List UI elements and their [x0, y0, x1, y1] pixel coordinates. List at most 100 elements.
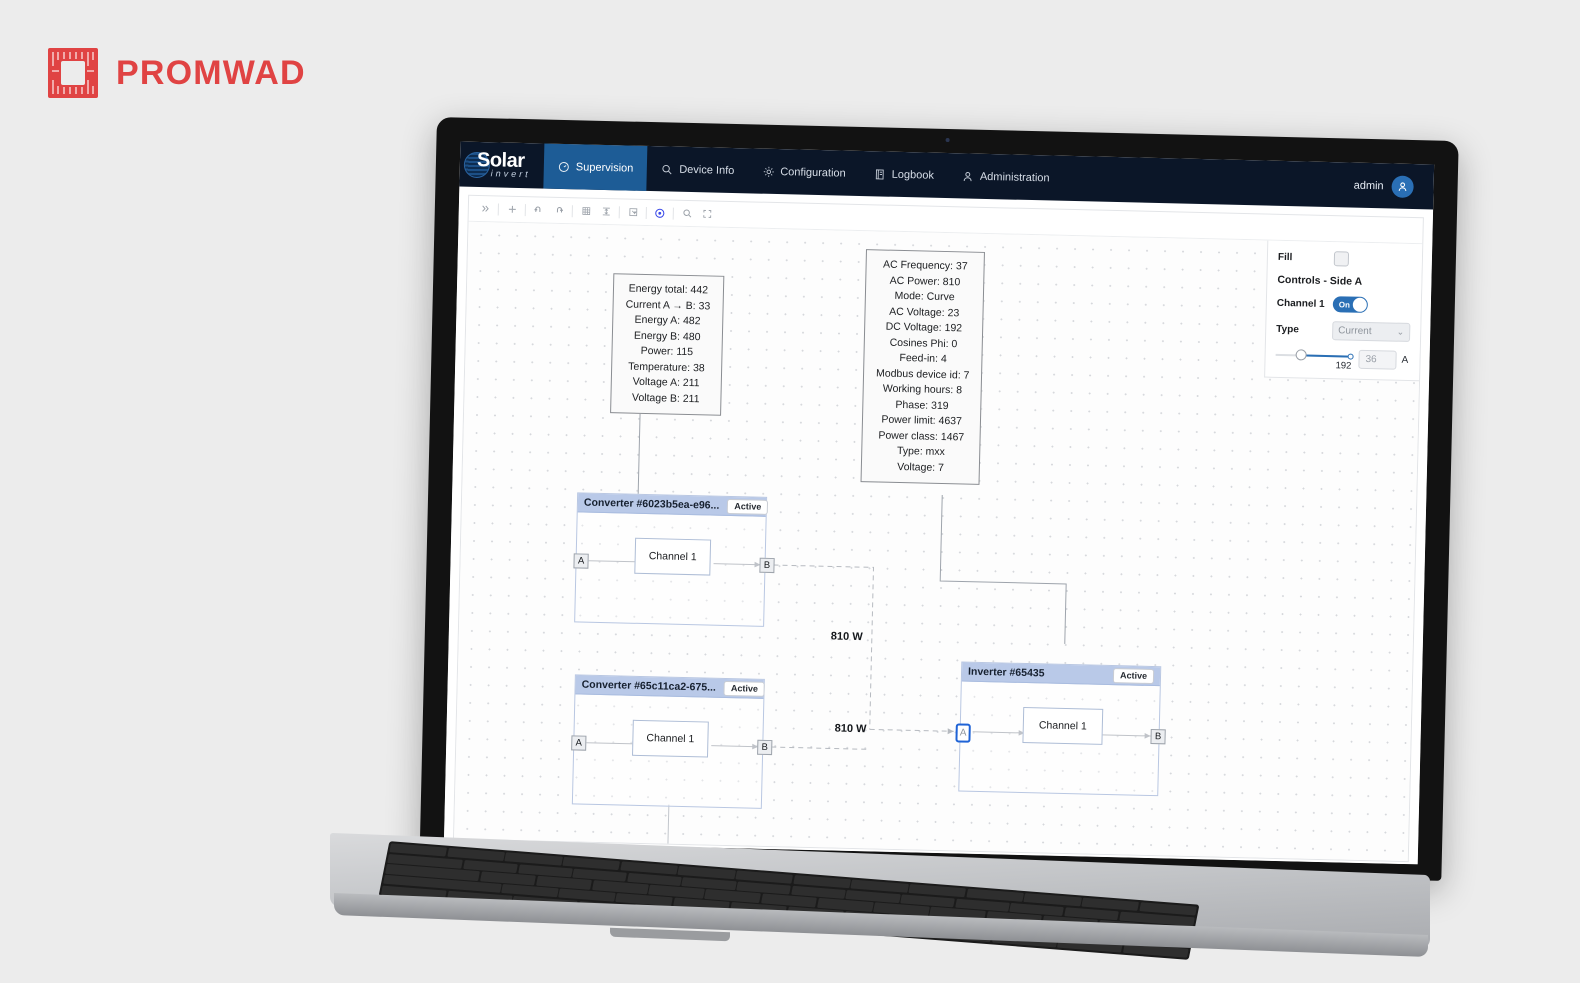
avatar[interactable] — [1391, 175, 1414, 198]
tooltip-line: Energy A: 482 — [634, 313, 701, 328]
type-label: Type — [1276, 323, 1299, 336]
edge-label-lower: 810 W — [834, 722, 867, 736]
type-select[interactable]: Current ⌄ — [1331, 321, 1411, 342]
edge-label-upper: 810 W — [830, 630, 863, 644]
node-title: Converter #6023b5ea-e96... — [583, 496, 720, 512]
promwad-wordmark: PROMWAD — [116, 53, 306, 92]
laptop-base — [330, 832, 1465, 960]
inspector-section-title: Controls - Side A — [1277, 273, 1363, 288]
user-menu[interactable]: admin — [1353, 163, 1434, 210]
toolbar-divider — [618, 205, 620, 218]
channel-box[interactable]: Channel 1 — [1022, 706, 1104, 745]
nav-item-device-info[interactable]: Device Info — [647, 146, 749, 193]
nav-item-logbook[interactable]: Logbook — [859, 151, 948, 198]
chip-core — [61, 61, 85, 85]
nav-item-configuration[interactable]: Configuration — [748, 148, 860, 196]
nav-label: Logbook — [891, 168, 935, 182]
undo-icon[interactable] — [529, 200, 549, 220]
port-a-inverter[interactable]: A — [955, 723, 971, 743]
type-value: Current — [1338, 325, 1372, 338]
logo-secondary-text: invert — [490, 167, 531, 179]
book-icon — [874, 168, 886, 180]
grid-layout-icon[interactable] — [576, 201, 596, 221]
laptop-lid: Solar invert Supervision Device Info Con… — [419, 117, 1459, 881]
toolbar-divider — [571, 204, 573, 217]
port-b-converter-2[interactable]: B — [757, 739, 773, 756]
port-b-converter-1[interactable]: B — [759, 557, 775, 574]
diagram-canvas[interactable]: Energy total: 442 Current A → B: 33 Energy… — [454, 221, 1423, 862]
controls-inspector: Fill Controls - Side A Channel 1 On Type… — [1264, 240, 1423, 382]
toolbar-divider — [524, 203, 526, 216]
nav-label: Supervision — [575, 160, 634, 175]
tooltip-line: Energy B: 480 — [633, 329, 701, 343]
fill-row: Fill — [1278, 250, 1412, 268]
inverter-metrics-tooltip: AC Frequency: 37 AC Power: 810 Mode: Curve… — [860, 249, 986, 485]
promwad-logo: PROMWAD — [48, 48, 306, 98]
value-slider[interactable]: 192 — [1275, 348, 1354, 372]
nav-label: Device Info — [679, 163, 735, 177]
toggle-knob — [1352, 297, 1367, 312]
circuit-board-icon — [48, 48, 98, 98]
nav-item-supervision[interactable]: Supervision — [543, 143, 648, 191]
node-header[interactable]: Inverter #65435 Active — [961, 662, 1161, 687]
laptop-mockup: Solar invert Supervision Device Info Con… — [0, 0, 1580, 983]
gauge-icon — [558, 160, 570, 172]
slider-endpoint[interactable] — [1347, 353, 1354, 360]
status-badge: Active — [723, 680, 766, 697]
channel-label: Channel 1 — [1276, 297, 1325, 310]
channel-box[interactable]: Channel 1 — [634, 537, 712, 576]
chevron-down-icon: ⌄ — [1396, 326, 1405, 337]
node-header[interactable]: Converter #6023b5ea-e96... Active — [577, 493, 769, 517]
value-input[interactable]: 36 — [1358, 349, 1397, 370]
tooltip-line: AC Power: 810 — [889, 274, 961, 288]
nav-item-administration[interactable]: Administration — [947, 153, 1064, 201]
tooltip-line: Cosines Phi: 0 — [889, 336, 958, 350]
focus-target-icon[interactable] — [650, 203, 670, 223]
tooltip-line: Voltage B: 211 — [631, 391, 700, 405]
zoom-icon[interactable] — [677, 203, 697, 223]
nav-label: Configuration — [780, 165, 846, 180]
tooltip-line: Power limit: 4637 — [881, 413, 963, 428]
fill-label: Fill — [1277, 251, 1293, 264]
slider-handle[interactable] — [1295, 349, 1307, 361]
converter-node-2[interactable]: Converter #65c11ca2-675... Active Channe… — [571, 674, 766, 809]
toggle-state-label: On — [1338, 299, 1351, 310]
expand-panel-icon[interactable] — [475, 198, 495, 218]
app-logo[interactable]: Solar invert — [459, 142, 544, 189]
node-title: Inverter #65435 — [967, 665, 1045, 680]
value-unit: A — [1401, 354, 1409, 366]
tooltip-line: Energy total: 442 — [628, 282, 709, 297]
user-name: admin — [1353, 179, 1384, 192]
channel-toggle[interactable]: On — [1332, 296, 1369, 313]
select-area-icon[interactable] — [623, 202, 643, 222]
status-badge: Active — [727, 498, 769, 515]
tooltip-line: AC Frequency: 37 — [882, 258, 968, 273]
channel-box[interactable]: Channel 1 — [632, 719, 709, 758]
port-b-inverter[interactable]: B — [1150, 728, 1166, 745]
laptop-screen: Solar invert Supervision Device Info Con… — [443, 141, 1435, 865]
fill-checkbox[interactable] — [1333, 251, 1350, 267]
redo-icon[interactable] — [549, 200, 569, 220]
tooltip-line: Voltage A: 211 — [632, 375, 700, 390]
toolbar-divider — [672, 207, 674, 220]
toolbar-divider — [497, 202, 499, 215]
tooltip-line: Power class: 1467 — [878, 428, 965, 444]
person-icon — [962, 170, 974, 182]
fullscreen-icon[interactable] — [697, 204, 717, 224]
value-slider-row: 192 36 A — [1275, 348, 1409, 372]
add-node-icon[interactable] — [502, 199, 522, 219]
status-badge: Active — [1112, 667, 1155, 684]
slider-track[interactable] — [1275, 349, 1354, 361]
port-a-converter-2[interactable]: A — [571, 735, 587, 751]
channel-toggle-row: Channel 1 On — [1277, 295, 1411, 314]
base-notch — [610, 927, 730, 942]
node-header[interactable]: Converter #65c11ca2-675... Active — [575, 675, 766, 699]
type-row: Type Current ⌄ — [1276, 320, 1411, 342]
inverter-node[interactable]: Inverter #65435 Active Channel 1 — [958, 661, 1162, 797]
tooltip-line: Voltage: 7 — [897, 460, 945, 474]
collapse-all-icon[interactable] — [596, 201, 616, 221]
webcam-icon — [945, 137, 950, 143]
converter-node-1[interactable]: Converter #6023b5ea-e96... Active Channe… — [574, 492, 769, 627]
port-a-converter-1[interactable]: A — [573, 553, 589, 569]
workspace: Energy total: 442 Current A → B: 33 Energy… — [443, 186, 1434, 865]
